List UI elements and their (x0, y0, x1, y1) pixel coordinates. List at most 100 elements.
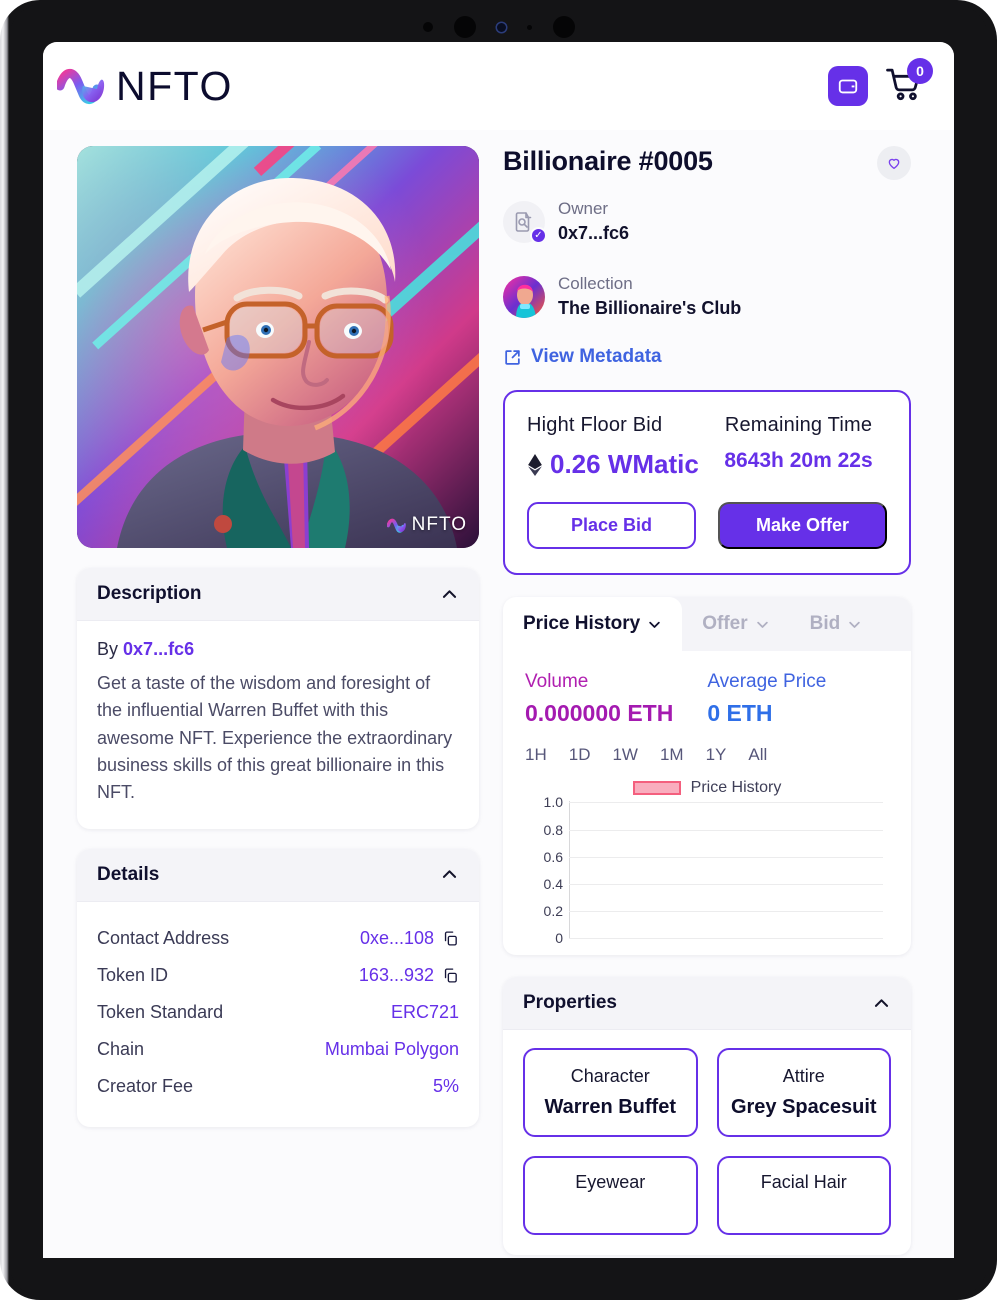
camera-lens-icon (453, 16, 476, 38)
price-history-card: Price History Offer Bid Volume 0.000000 … (503, 597, 911, 956)
cart-button[interactable]: 0 (886, 58, 933, 107)
chevron-up-icon[interactable] (872, 994, 891, 1013)
detail-value-text: 0xe...108 (359, 927, 434, 948)
chevron-down-icon (649, 621, 660, 628)
detail-row: Token Standard ERC721 (97, 994, 459, 1031)
nfto-wave-icon (57, 69, 105, 105)
detail-value-text: Mumbai Polygon (324, 1038, 459, 1059)
collection-avatar[interactable] (503, 275, 545, 318)
brand-logo[interactable]: NFTO (57, 63, 233, 110)
owner-row: ✓ Owner 0x7...fc6 (503, 198, 911, 245)
right-column: Billionaire #0005 ✓ Owner 0x7...fc6 Coll… (503, 146, 911, 1258)
page-title: Billionaire #0005 (503, 146, 713, 176)
copy-icon[interactable] (442, 967, 459, 984)
artwork-watermark: NFTO (386, 514, 467, 536)
make-offer-button[interactable]: Make Offer (718, 502, 887, 550)
range-1w[interactable]: 1W (612, 745, 638, 765)
collection-row: Collection The Billionaire's Club (503, 273, 911, 320)
ambient-sensor-icon (526, 24, 532, 30)
bid-info-grid: Hight Floor Bid 0.26 WMatic Remaining Ti (527, 414, 887, 480)
detail-value-text: ERC721 (390, 1001, 459, 1022)
history-stats: Volume 0.000000 ETH Average Price 0 ETH (525, 671, 889, 727)
range-1h[interactable]: 1H (525, 745, 547, 765)
chevron-down-icon (849, 621, 860, 628)
chart-y-tick-label: 0.4 (543, 876, 563, 893)
cart-count-badge: 0 (907, 58, 933, 84)
detail-label: Chain (97, 1038, 145, 1059)
copy-icon[interactable] (442, 930, 459, 947)
range-all[interactable]: All (748, 745, 767, 765)
tab-label: Offer (702, 613, 748, 635)
chart-y-tick-label: 0.8 (543, 821, 563, 838)
owner-avatar: ✓ (503, 200, 547, 244)
owner-value[interactable]: 0x7...fc6 (558, 221, 629, 245)
nft-artwork-image (77, 146, 479, 548)
collection-avatar-art (503, 275, 545, 318)
detail-label: Token Standard (97, 1001, 224, 1022)
volume-stat: Volume 0.000000 ETH (525, 671, 673, 727)
tab-bid[interactable]: Bid (790, 597, 883, 651)
range-1y[interactable]: 1Y (706, 745, 727, 765)
favorite-button[interactable] (877, 146, 911, 180)
view-metadata-link[interactable]: View Metadata (503, 346, 911, 368)
history-body: Volume 0.000000 ETH Average Price 0 ETH … (503, 651, 911, 955)
chart-y-tick-label: 0 (555, 930, 563, 947)
detail-value-text: 5% (432, 1075, 459, 1096)
description-panel-header[interactable]: Description (77, 568, 479, 621)
brand-name: NFTO (116, 62, 233, 109)
wallet-button[interactable] (828, 66, 868, 106)
description-author: By 0x7...fc6 (97, 639, 459, 660)
chevron-up-icon[interactable] (440, 585, 459, 604)
volume-value: 0.000000 ETH (525, 700, 674, 727)
verified-badge-icon: ✓ (530, 226, 547, 244)
floor-bid-price: 0.26 WMatic (527, 449, 704, 480)
external-link-icon (505, 350, 520, 365)
remaining-time-column: Remaining Time 8643h 20m 22s (704, 414, 887, 480)
description-body: By 0x7...fc6 Get a taste of the wisdom a… (77, 621, 479, 829)
front-camera-icon (496, 22, 506, 32)
property-type: Attire (782, 1066, 825, 1087)
properties-grid: Character Warren Buffet Attire Grey Spac… (503, 1030, 911, 1255)
range-1d[interactable]: 1D (569, 745, 591, 765)
description-by-prefix: By (97, 639, 119, 659)
properties-panel-header[interactable]: Properties (503, 977, 911, 1031)
property-type: Eyewear (575, 1172, 646, 1193)
tab-label: Bid (809, 613, 841, 635)
property-card[interactable]: Character Warren Buffet (523, 1048, 698, 1138)
description-author-address[interactable]: 0x7...fc6 (123, 639, 194, 659)
page-content: NFTO Description By 0x7...fc6 Get a tast… (43, 130, 954, 1258)
tablet-device-frame: NFTO 0 NFTO Description By 0x7...fc6 Get… (0, 0, 997, 1300)
tab-offer[interactable]: Offer (682, 597, 789, 651)
header-actions: 0 (828, 58, 933, 107)
place-bid-button[interactable]: Place Bid (527, 502, 696, 550)
properties-title: Properties (523, 992, 617, 1014)
property-card[interactable]: Eyewear (523, 1156, 698, 1236)
chevron-up-icon[interactable] (440, 865, 459, 884)
average-price-label: Average Price (707, 671, 827, 693)
detail-value[interactable]: 0xe...108 (360, 928, 459, 949)
tab-price-history[interactable]: Price History (503, 597, 683, 652)
bid-card: Hight Floor Bid 0.26 WMatic Remaining Ti (503, 390, 911, 576)
property-value: Grey Spacesuit (730, 1096, 877, 1119)
detail-row: Contact Address 0xe...108 (97, 920, 459, 957)
nft-artwork[interactable]: NFTO (77, 146, 479, 548)
remaining-time-value: 8643h 20m 22s (724, 449, 873, 473)
details-panel-header[interactable]: Details (77, 848, 479, 902)
volume-label: Volume (525, 671, 589, 693)
detail-value[interactable]: 163...932 (359, 965, 459, 986)
property-card[interactable]: Facial Hair (716, 1156, 891, 1236)
chart-legend: Price History (525, 779, 889, 797)
description-text: Get a taste of the wisdom and foresight … (97, 673, 453, 803)
property-card[interactable]: Attire Grey Spacesuit (716, 1048, 891, 1138)
collection-value[interactable]: The Billionaire's Club (558, 296, 741, 320)
owner-text: Owner 0x7...fc6 (558, 198, 629, 245)
left-column: NFTO Description By 0x7...fc6 Get a tast… (77, 146, 479, 1258)
bid-actions: Place Bid Make Offer (527, 502, 887, 550)
title-row: Billionaire #0005 (503, 146, 911, 180)
property-type: Facial Hair (760, 1172, 847, 1193)
chart-gridline (569, 802, 883, 804)
view-metadata-label: View Metadata (531, 346, 662, 368)
wallet-icon (838, 79, 858, 94)
chart-legend-swatch (632, 781, 681, 796)
range-1m[interactable]: 1M (660, 745, 684, 765)
